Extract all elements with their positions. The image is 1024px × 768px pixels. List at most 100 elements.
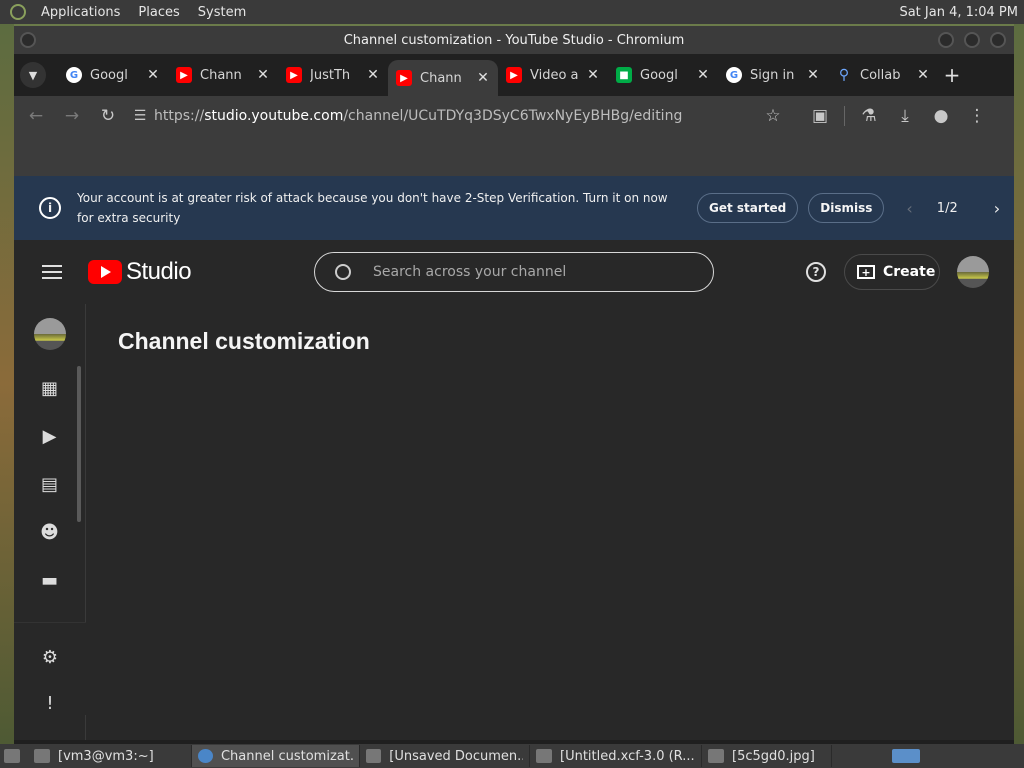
extensions-icon[interactable]: ▣ (802, 106, 838, 126)
youtube-icon: ▶ (396, 70, 412, 86)
window-titlebar[interactable]: Channel customization - YouTube Studio -… (14, 26, 1014, 54)
app-icon (708, 749, 724, 763)
close-tab-icon[interactable]: ✕ (806, 67, 820, 83)
toolbar-spacer (14, 136, 1014, 176)
tabs: G Googl ✕ ▶ Chann ✕ ▶ JustTh ✕ ▶ Chann ✕ ▶ Video a ✕ ■ G… (58, 54, 938, 96)
tab-title: Chann (200, 67, 242, 83)
browser-toolbar: ← → ↻ ☰ https://studio.youtube.com/chann… (14, 96, 1014, 136)
youtube-icon: ▶ (506, 67, 522, 83)
workspace-switcher[interactable] (886, 745, 926, 767)
site-settings-icon[interactable]: ☰ (126, 108, 154, 124)
applications-menu[interactable]: Applications (32, 5, 129, 20)
studio-sidebar: ▦ ▶ ▤ ☻ ▬ ⚙ ! (14, 304, 86, 740)
google-icon: G (66, 67, 82, 83)
url-scheme: https:// (154, 108, 205, 124)
profile-icon[interactable]: ● (923, 106, 959, 126)
analytics-icon[interactable]: ▤ (38, 472, 62, 496)
tab-title: Googl (640, 67, 678, 83)
close-tab-icon[interactable]: ✕ (366, 67, 380, 83)
studio-logo[interactable]: Studio (88, 258, 192, 286)
new-tab-button[interactable]: + (938, 63, 966, 87)
sidebar-scrollbar[interactable] (77, 366, 81, 522)
dismiss-button[interactable]: Dismiss (808, 193, 885, 223)
taskbar-item[interactable]: [5c5gd0.jpg] (702, 745, 832, 767)
banner-next-icon[interactable]: › (994, 199, 1000, 218)
close-tab-icon[interactable]: ✕ (256, 67, 270, 83)
taskbar-item[interactable]: Channel customizat... (192, 745, 360, 767)
settings-gear-icon[interactable]: ⚙ (38, 645, 62, 669)
channel-avatar[interactable] (33, 318, 66, 350)
browser-window: Channel customization - YouTube Studio -… (14, 26, 1014, 744)
panel-clock[interactable]: Sat Jan 4, 1:04 PM (899, 5, 1024, 20)
system-menu[interactable]: System (189, 5, 255, 20)
desktop-taskbar: [vm3@vm3:~] Channel customizat... [Unsaved… (0, 744, 1024, 768)
dashboard-icon[interactable]: ▦ (38, 376, 62, 400)
bookmark-star-icon[interactable]: ☆ (758, 106, 788, 126)
taskbar-item[interactable]: [vm3@vm3:~] (28, 745, 192, 767)
taskbar-item-label: [Unsaved Documen... (389, 748, 523, 764)
downloads-icon[interactable]: ⤓ (887, 106, 923, 126)
taskbar-item[interactable]: [Unsaved Documen... (360, 745, 530, 767)
info-icon: i (39, 197, 61, 219)
window-menu-button[interactable] (20, 32, 36, 48)
main-content: Channel customization (86, 304, 1014, 740)
show-desktop-button[interactable] (0, 745, 28, 767)
browser-tab[interactable]: G Sign in ✕ (718, 58, 828, 92)
taskbar-item-label: Channel customizat... (220, 748, 353, 764)
minimize-button[interactable] (938, 32, 954, 48)
help-icon[interactable]: ? (806, 262, 826, 282)
close-tab-icon[interactable]: ✕ (696, 67, 710, 83)
maximize-button[interactable] (964, 32, 980, 48)
places-menu[interactable]: Places (129, 5, 188, 20)
banner-message: Your account is at greater risk of attac… (77, 191, 668, 225)
chevron-down-icon: ▼ (28, 68, 38, 82)
close-tab-icon[interactable]: ✕ (916, 67, 930, 83)
send-feedback-icon[interactable]: ! (38, 691, 62, 715)
app-icon (366, 749, 382, 763)
tab-title: Googl (90, 67, 128, 83)
app-icon (34, 749, 50, 763)
tab-title: JustTh (310, 67, 351, 83)
more-menu-icon[interactable]: ⋮ (959, 106, 995, 126)
browser-tab[interactable]: G Googl ✕ (58, 58, 168, 92)
tab-title: Sign in (750, 67, 795, 83)
google-icon: G (726, 67, 742, 83)
banner-prev-icon[interactable]: ‹ (906, 199, 912, 218)
tab-title: Chann (420, 70, 462, 86)
security-banner: i Your account is at greater risk of att… (14, 176, 1014, 240)
address-bar[interactable]: https://studio.youtube.com/channel/UCuTD… (154, 108, 754, 124)
browser-tab[interactable]: ▶ Chann ✕ (388, 60, 498, 96)
community-icon[interactable]: ☻ (38, 520, 62, 544)
get-started-button[interactable]: Get started (697, 193, 799, 223)
back-button[interactable]: ← (18, 106, 54, 126)
tab-title: Video a (530, 67, 579, 83)
close-tab-icon[interactable]: ✕ (146, 67, 160, 83)
close-window-button[interactable] (990, 32, 1006, 48)
browser-tab[interactable]: ■ Googl ✕ (608, 58, 718, 92)
browser-tab[interactable]: ▶ Chann ✕ (168, 58, 278, 92)
close-tab-icon[interactable]: ✕ (586, 67, 600, 83)
browser-tab[interactable]: ▶ Video a ✕ (498, 58, 608, 92)
reload-button[interactable]: ↻ (90, 106, 126, 126)
distro-logo-icon[interactable] (10, 4, 26, 20)
taskbar-item-label: [vm3@vm3:~] (58, 748, 154, 764)
hamburger-menu-icon[interactable] (42, 261, 62, 283)
chromium-icon (198, 749, 213, 763)
search-placeholder: Search across your channel (373, 264, 567, 280)
create-label: Create (883, 264, 936, 280)
tab-search-button[interactable]: ▼ (20, 62, 46, 88)
browser-tab[interactable]: ⚲ Collab ✕ (828, 58, 938, 92)
labs-flask-icon[interactable]: ⚗ (851, 106, 887, 126)
taskbar-item[interactable]: [Untitled.xcf-3.0 (R... (530, 745, 702, 767)
browser-tab[interactable]: ▶ JustTh ✕ (278, 58, 388, 92)
google-meet-icon: ■ (616, 67, 632, 83)
window-title: Channel customization - YouTube Studio -… (343, 32, 685, 48)
channel-search-input[interactable]: Search across your channel (314, 252, 714, 292)
close-tab-icon[interactable]: ✕ (476, 70, 490, 86)
account-avatar[interactable] (957, 256, 989, 288)
create-button[interactable]: + Create (844, 254, 940, 290)
subtitles-icon[interactable]: ▬ (38, 568, 62, 592)
forward-button[interactable]: → (54, 106, 90, 126)
content-icon[interactable]: ▶ (38, 424, 62, 448)
plus-icon: + (943, 63, 961, 87)
